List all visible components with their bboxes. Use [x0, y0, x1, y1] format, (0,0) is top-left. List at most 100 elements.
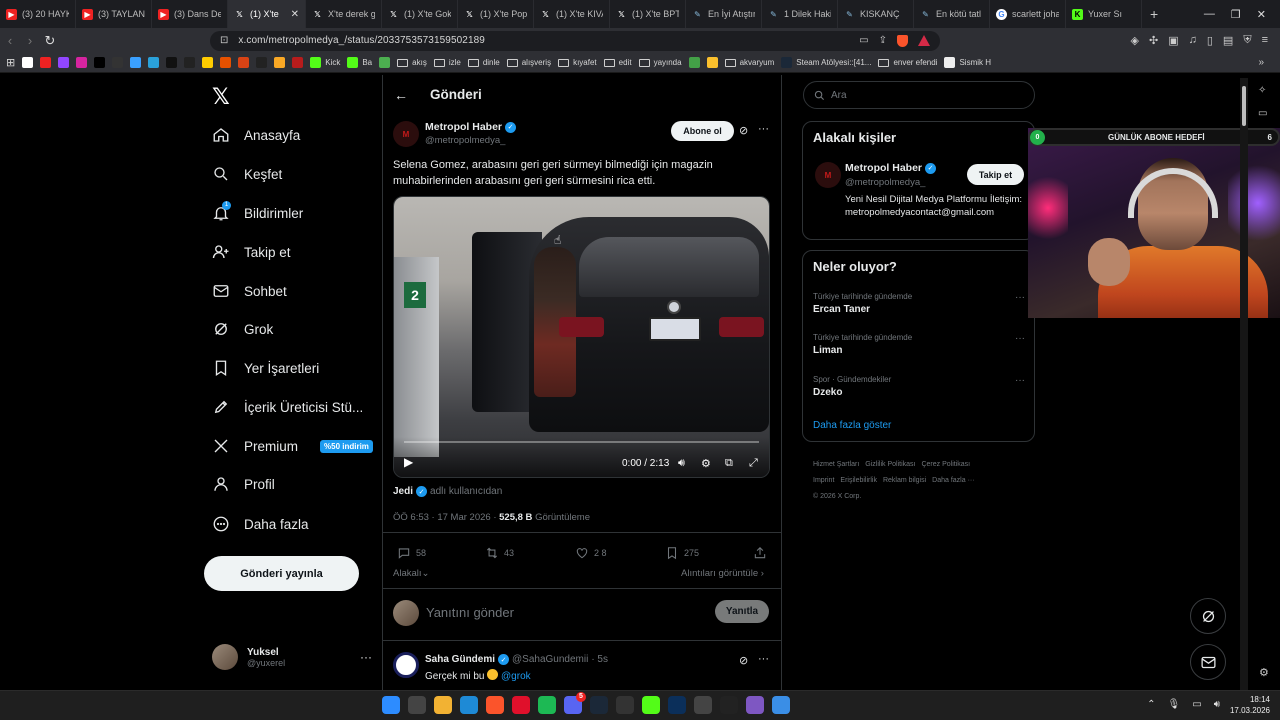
video-player[interactable]: 2 ☝ ▶ 0:00 / 2:13 🔊︎ ⚙ ⧉ ⤢ — [393, 196, 770, 478]
repost-action[interactable]: 43 — [485, 546, 514, 560]
nav-item-profile[interactable]: Profil — [212, 473, 275, 495]
footer-link[interactable]: Erişilebilirlik — [840, 477, 877, 484]
grok-explain-icon[interactable]: ⊘ — [739, 124, 748, 137]
browser-tab[interactable]: ✎ En kötü tatl — [914, 0, 990, 28]
bookmark-item[interactable] — [220, 57, 232, 68]
browser-tab[interactable]: 𝕏 (1) X'te KIVA — [534, 0, 610, 28]
trend-more-icon[interactable]: ··· — [1015, 333, 1025, 344]
nav-item-explore[interactable]: Keşfet — [212, 163, 282, 185]
follow-button[interactable]: Takip et — [967, 164, 1024, 185]
new-tab-icon[interactable]: + — [1142, 6, 1166, 22]
messages-floating-button[interactable] — [1190, 644, 1226, 680]
network-icon[interactable]: ▭ — [1192, 699, 1201, 710]
author-name[interactable]: Metropol Haber ✓ — [425, 121, 517, 133]
x-logo-icon[interactable]: 𝕏 — [212, 85, 230, 110]
post-compose-button[interactable]: Gönderi yayınla — [204, 556, 359, 591]
footer-link[interactable]: Gizlilik Politikası — [865, 461, 915, 468]
author-avatar[interactable]: M — [393, 121, 419, 147]
bookmark-item[interactable]: izle — [433, 58, 461, 67]
reply-mention-link[interactable]: @grok — [501, 671, 531, 682]
like-action[interactable]: 2 8 — [575, 546, 607, 560]
search-input[interactable]: Ara — [803, 81, 1035, 109]
bookmark-item[interactable] — [706, 57, 718, 68]
browser-tab[interactable]: ▶ (3) Dans De — [152, 0, 228, 28]
minimize-window-icon[interactable]: — — [1204, 8, 1215, 21]
nav-item-more[interactable]: Daha fazla — [212, 513, 309, 535]
browser-tab[interactable]: 𝕏 (1) X'te BPT — [610, 0, 686, 28]
chatgpt-icon[interactable] — [694, 696, 712, 714]
microphone-icon[interactable]: 🎙︎ — [1168, 699, 1181, 710]
share-action[interactable] — [753, 546, 767, 560]
settings-gear-icon[interactable]: ⚙ — [701, 457, 711, 470]
sidebar-toggle-icon[interactable]: ▯ — [1207, 34, 1213, 47]
bookmark-item[interactable] — [40, 57, 52, 68]
relevant-person-avatar[interactable]: M — [815, 162, 841, 188]
footer-link[interactable]: Daha fazla ··· — [932, 477, 974, 484]
tray-chevron-icon[interactable]: ⌃ — [1147, 699, 1155, 710]
reply-author-avatar[interactable] — [393, 652, 419, 678]
bookmark-action[interactable]: 275 — [665, 546, 699, 560]
reply-more-icon[interactable]: ··· — [758, 653, 769, 665]
browser-tab[interactable]: Gscarlett joha — [990, 0, 1066, 28]
photoshop-icon[interactable] — [668, 696, 686, 714]
epic-icon[interactable] — [720, 696, 738, 714]
opera-icon[interactable] — [512, 696, 530, 714]
footer-link[interactable]: Imprint — [813, 477, 834, 484]
bookmark-item[interactable] — [256, 57, 268, 68]
bookmark-item[interactable] — [379, 57, 391, 68]
author-name-text[interactable]: Metropol Haber — [425, 121, 502, 133]
play-icon[interactable]: ▶ — [404, 455, 413, 469]
relevant-person-handle[interactable]: @metropolmedya_ — [845, 177, 925, 188]
sort-relevant-dropdown[interactable]: Alakalı⌄ — [393, 568, 429, 579]
share-icon[interactable]: ⇪ — [879, 35, 887, 47]
close-tab-icon[interactable]: ✕ — [291, 9, 299, 20]
bookmarks-overflow-icon[interactable]: » — [1258, 57, 1280, 68]
bookmark-item[interactable]: dinle — [467, 58, 500, 67]
post-more-icon[interactable]: ··· — [758, 123, 769, 135]
spotify-icon[interactable] — [538, 696, 556, 714]
kick-icon[interactable] — [642, 696, 660, 714]
reply-author-name[interactable]: Saha Gündemi — [425, 654, 495, 665]
nav-item-chat[interactable]: Sohbet — [212, 280, 287, 302]
cast-icon[interactable]: ▭ — [859, 35, 868, 47]
bookmark-item[interactable]: Ba — [347, 57, 372, 68]
menu-icon[interactable]: ≡ — [1262, 34, 1268, 47]
bookmark-item[interactable]: kıyafet — [558, 58, 597, 67]
extension-shield-icon[interactable]: ◈ — [1131, 34, 1139, 47]
bookmark-item[interactable] — [148, 57, 160, 68]
leo-ai-icon[interactable]: ✧ — [1258, 85, 1276, 96]
bookmark-item[interactable] — [688, 57, 700, 68]
capcut-icon[interactable] — [746, 696, 764, 714]
file-explorer-icon[interactable] — [434, 696, 452, 714]
pip-icon[interactable]: ⧉ — [725, 457, 733, 470]
browser-tab[interactable]: ✎ En İyi Atıştır — [686, 0, 762, 28]
url-field[interactable]: ⊡ x.com/metropolmedya_/status/2033753573… — [210, 30, 940, 51]
trend-more-icon[interactable]: ··· — [1015, 292, 1025, 303]
browser-tab[interactable]: ✎ KISKANÇ — [838, 0, 914, 28]
fullscreen-icon[interactable]: ⤢ — [749, 457, 758, 470]
browser-tab[interactable]: ▶ (3) 20 HAYK — [0, 0, 76, 28]
bookmark-item[interactable]: Sismik H — [944, 57, 991, 68]
side-panel-settings-icon[interactable]: ⚙ — [1259, 666, 1269, 679]
footer-link[interactable]: Reklam bilgisi — [883, 477, 926, 484]
edge-icon[interactable] — [460, 696, 478, 714]
relevant-person-name-text[interactable]: Metropol Haber — [845, 162, 922, 174]
video-progress-bar[interactable] — [404, 441, 759, 443]
reply-input[interactable]: Yanıtını gönder — [426, 605, 514, 620]
show-more-link[interactable]: Daha fazla göster — [813, 420, 891, 431]
apps-grid-icon[interactable]: ⊞ — [6, 56, 15, 69]
close-window-icon[interactable]: ✕ — [1257, 8, 1266, 21]
bookmark-item[interactable] — [292, 57, 304, 68]
premium-discount-badge[interactable]: %50 indirim — [320, 439, 373, 453]
bookmark-item[interactable]: enver efendi — [878, 58, 937, 67]
account-switcher[interactable]: Yuksel @yuxerel ··· — [212, 644, 372, 670]
grok-explain-icon[interactable]: ⊘ — [739, 654, 748, 667]
bookmark-item[interactable] — [202, 57, 214, 68]
brave-rewards-icon[interactable] — [918, 34, 930, 46]
taskbar-clock[interactable]: 18:14 17.03.2026 — [1230, 694, 1270, 716]
nav-item-creator[interactable]: İçerik Üreticisi Stü... — [212, 396, 363, 418]
back-arrow-icon[interactable]: ← — [394, 87, 408, 103]
bookmark-item[interactable] — [130, 57, 142, 68]
brave-icon[interactable] — [486, 696, 504, 714]
bookmark-item[interactable]: Kick — [310, 57, 340, 68]
